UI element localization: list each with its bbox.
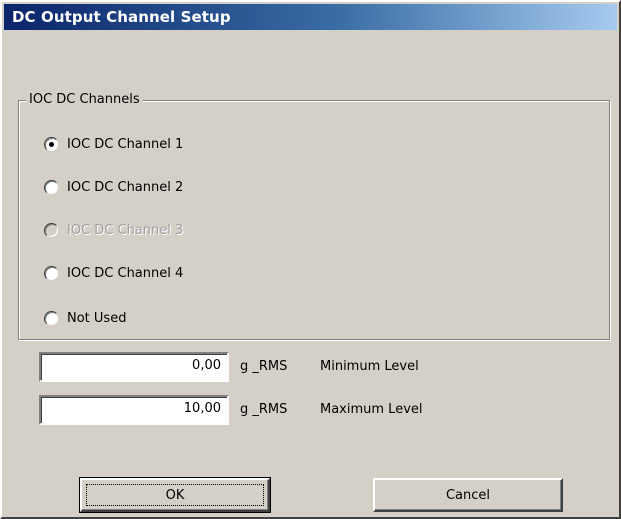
maximum-level-field[interactable]: 10,00 bbox=[39, 395, 229, 425]
radio-button-icon bbox=[44, 222, 59, 238]
cancel-button-label: Cancel bbox=[445, 487, 491, 503]
radio-label: Not Used bbox=[67, 310, 127, 326]
ok-button[interactable]: OK bbox=[79, 477, 271, 513]
title-bar[interactable]: DC Output Channel Setup bbox=[4, 4, 617, 30]
window-title: DC Output Channel Setup bbox=[12, 8, 231, 26]
radio-button-icon[interactable] bbox=[44, 179, 59, 195]
radio-label: IOC DC Channel 3 bbox=[67, 222, 184, 238]
radio-channel-1[interactable]: IOC DC Channel 1 bbox=[44, 134, 183, 154]
radio-label: IOC DC Channel 1 bbox=[67, 136, 184, 152]
radio-channel-3: IOC DC Channel 3 bbox=[44, 220, 183, 240]
minimum-level-field[interactable]: 0,00 bbox=[39, 352, 229, 382]
radio-not-used[interactable]: Not Used bbox=[44, 308, 126, 328]
groupbox-title: IOC DC Channels bbox=[26, 92, 143, 108]
radio-button-icon[interactable] bbox=[44, 265, 59, 281]
maximum-level-label: Maximum Level bbox=[320, 402, 423, 417]
radio-label: IOC DC Channel 2 bbox=[67, 179, 184, 195]
radio-label: IOC DC Channel 4 bbox=[67, 265, 184, 281]
radio-channel-2[interactable]: IOC DC Channel 2 bbox=[44, 177, 183, 197]
cancel-button[interactable]: Cancel bbox=[373, 478, 563, 512]
maximum-level-unit: g _RMS bbox=[240, 402, 288, 417]
minimum-level-unit: g _RMS bbox=[240, 359, 288, 374]
radio-button-icon[interactable] bbox=[44, 136, 59, 152]
focus-rectangle bbox=[86, 484, 264, 506]
minimum-level-label: Minimum Level bbox=[320, 359, 419, 374]
radio-channel-4[interactable]: IOC DC Channel 4 bbox=[44, 263, 183, 283]
radio-button-icon[interactable] bbox=[44, 310, 59, 326]
